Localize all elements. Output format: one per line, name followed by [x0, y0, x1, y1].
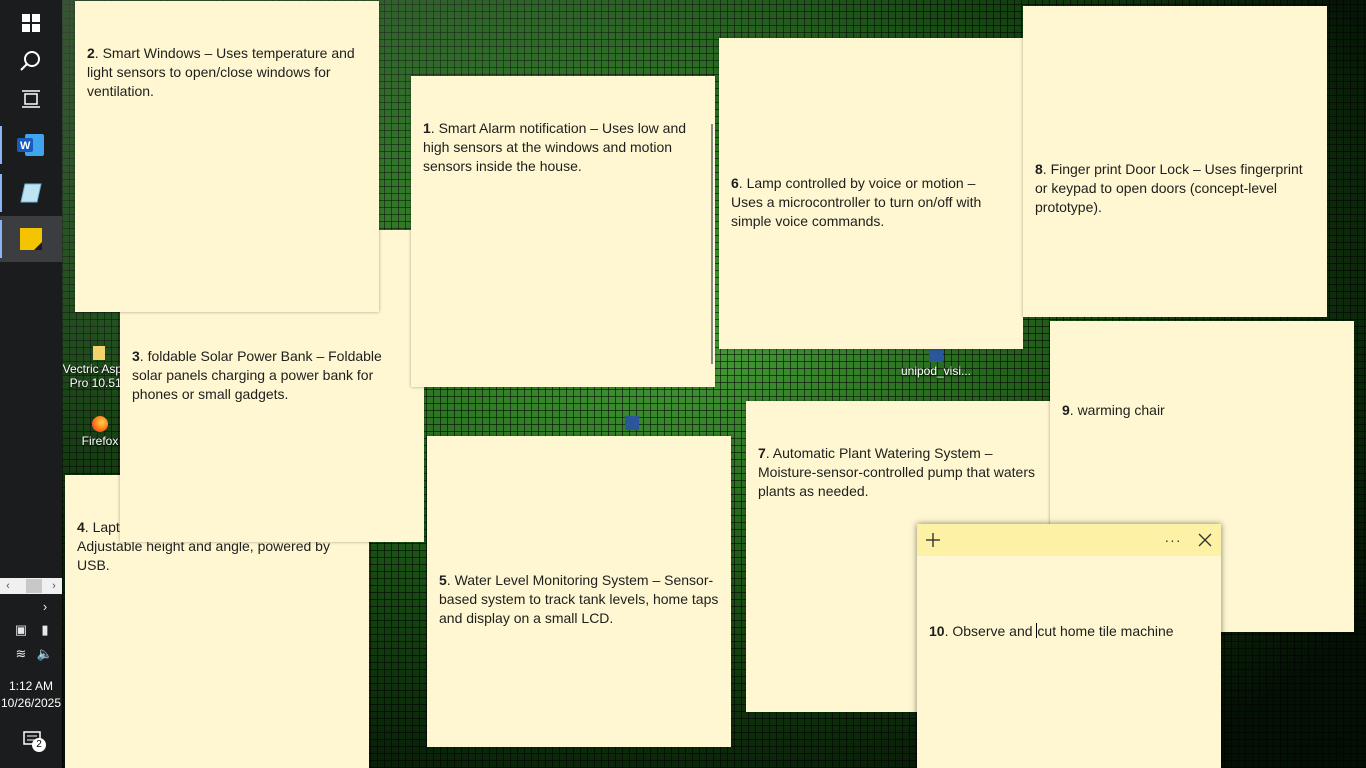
sticky-note-8[interactable]: 8. Finger print Door Lock – Uses fingerp…	[1023, 6, 1327, 317]
desktop-icon-label: Firefox	[81, 434, 119, 448]
note-number: 6	[731, 175, 739, 191]
more-options-icon: ···	[1164, 531, 1182, 548]
svg-text:W: W	[20, 140, 31, 152]
menu-button[interactable]: ···	[1161, 528, 1185, 552]
scroll-left-icon[interactable]: ‹	[0, 578, 16, 594]
clock-date[interactable]: 10/26/2025	[0, 696, 62, 710]
sticky-note-5[interactable]: 5. Water Level Monitoring System – Senso…	[427, 436, 731, 747]
word-taskbar-button[interactable]: W	[0, 122, 62, 168]
scroll-right-icon[interactable]: ›	[46, 578, 62, 594]
task-view-button[interactable]	[0, 76, 62, 122]
note-editor[interactable]: 10. Observe and cut home tile machine	[929, 622, 1209, 641]
sticky-note-2[interactable]: 2. Smart Windows – Uses temperature and …	[75, 1, 379, 312]
note-scrollbar[interactable]	[711, 124, 713, 364]
windows-icon	[22, 14, 40, 32]
sticky-note-10[interactable]: ··· 10. Observe and cut home tile machin…	[917, 524, 1221, 768]
word-document-icon	[929, 348, 943, 362]
plus-icon	[926, 533, 940, 547]
sticky-note-6[interactable]: 6. Lamp controlled by voice or motion – …	[719, 38, 1023, 349]
taskbar: W ‹ › › ▣ ▮ ≋ 🔈 1:12 AM 10/26/2025 2	[0, 0, 62, 768]
word-icon: W	[17, 134, 44, 156]
chevron-right-icon: ›	[42, 598, 48, 614]
note-number: 5	[439, 572, 447, 588]
note-text: . Smart Windows – Uses temperature and l…	[87, 45, 355, 99]
note-text: . Finger print Door Lock – Uses fingerpr…	[1035, 161, 1303, 215]
desktop-icon-label: unipod_visi...	[900, 364, 972, 378]
notification-count-badge: 2	[32, 738, 46, 752]
note-text: Adjustable height and angle, powered by …	[77, 538, 330, 573]
meet-now-icon[interactable]: ▣	[12, 620, 30, 640]
new-note-button[interactable]	[921, 528, 945, 552]
running-indicator	[0, 126, 2, 164]
note-number: 7	[758, 445, 766, 461]
running-indicator	[0, 174, 2, 212]
note-text: . Smart Alarm notification – Uses low an…	[423, 120, 687, 174]
horizontal-scrollbar[interactable]: ‹ ›	[0, 578, 62, 594]
note-number: 8	[1035, 161, 1043, 177]
clock-time[interactable]: 1:12 AM	[0, 679, 62, 693]
note-number: 1	[423, 120, 431, 136]
note-number: 3	[132, 348, 140, 364]
sticky-notes-taskbar-button[interactable]	[0, 216, 62, 262]
note-number: 4	[77, 519, 85, 535]
volume-icon[interactable]: 🔈	[36, 644, 54, 664]
desktop-icon-unipod[interactable]: unipod_visi...	[896, 348, 976, 378]
note-text: . foldable Solar Power Bank – Foldable s…	[132, 348, 382, 402]
note-text: . Water Level Monitoring System – Sensor…	[439, 572, 719, 626]
desktop-icon-word-doc[interactable]	[624, 416, 640, 432]
task-view-icon	[22, 90, 40, 108]
note-text: . Lamp controlled by voice or motion – U…	[731, 175, 982, 229]
battery-icon[interactable]: ▮	[36, 620, 54, 640]
eraser-app-icon	[20, 183, 42, 203]
note-number: 9	[1062, 402, 1070, 418]
note-number: 2	[87, 45, 95, 61]
note-title-bar[interactable]: ···	[917, 524, 1221, 556]
note-text: . Lapt	[84, 519, 120, 535]
note-text: . Observe and	[944, 623, 1037, 639]
sticky-note-1[interactable]: 1. Smart Alarm notification – Uses low a…	[411, 76, 715, 387]
close-note-button[interactable]	[1193, 528, 1217, 552]
note-text: . warming chair	[1069, 402, 1165, 418]
app-taskbar-button[interactable]	[0, 170, 62, 216]
show-hidden-icons-button[interactable]: ›	[36, 596, 54, 616]
sticky-notes-icon	[20, 228, 42, 250]
search-icon	[20, 51, 40, 71]
note-text: . Automatic Plant Watering System – Mois…	[758, 445, 1036, 499]
file-icon	[93, 346, 105, 360]
note-number: 10	[929, 623, 945, 639]
wifi-icon[interactable]: ≋	[12, 644, 30, 664]
running-indicator	[0, 220, 2, 258]
word-document-icon	[625, 416, 639, 430]
close-icon	[1198, 533, 1212, 547]
action-center-button[interactable]: 2	[20, 728, 46, 752]
firefox-icon	[92, 416, 108, 432]
note-text: cut home tile machine	[1037, 623, 1174, 639]
scroll-thumb[interactable]	[26, 579, 42, 593]
